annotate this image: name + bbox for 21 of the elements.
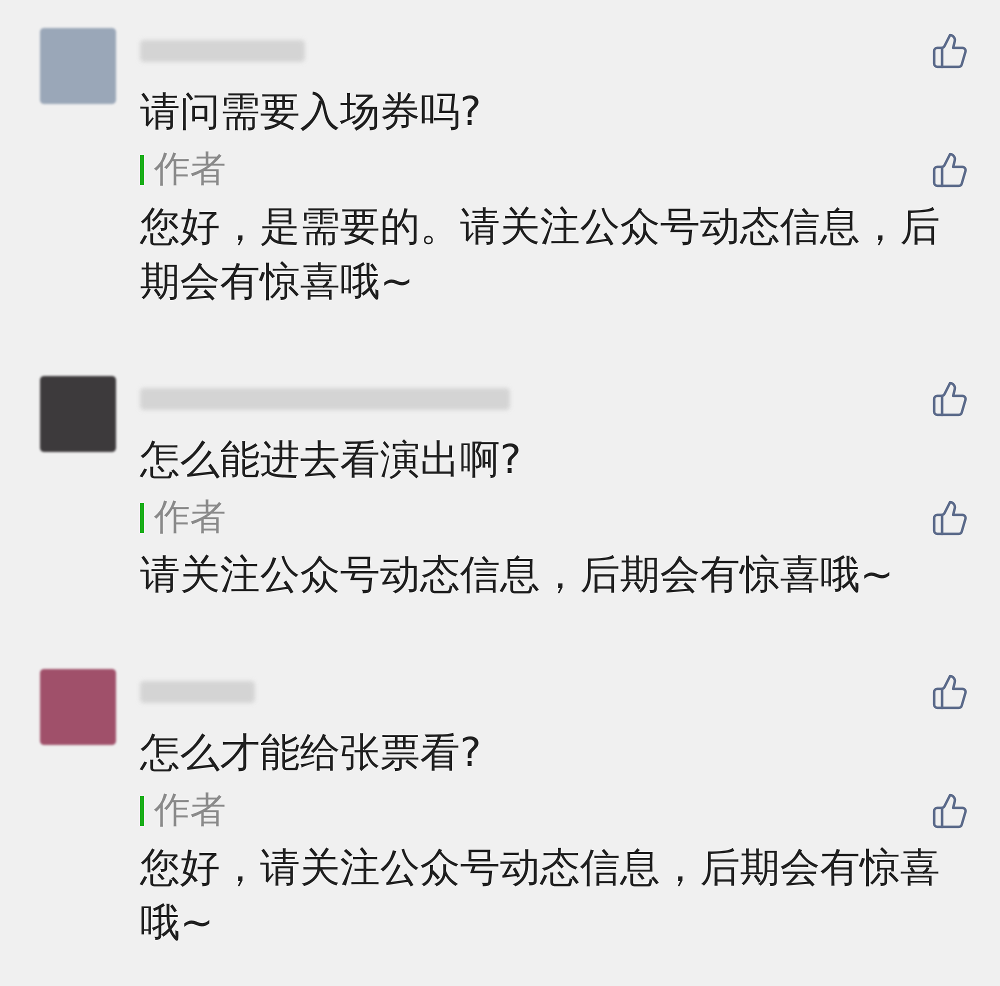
thumbs-up-icon xyxy=(931,499,969,537)
author-label: 作者 xyxy=(154,496,226,540)
reply-text: 请关注公众号动态信息，后期会有惊喜哦~ xyxy=(140,551,895,600)
thumbs-up-icon xyxy=(931,380,969,418)
thumbs-up-icon xyxy=(931,151,969,189)
like-button[interactable] xyxy=(930,791,970,831)
comment-text: 怎么才能给张票看? xyxy=(140,729,482,778)
like-button[interactable] xyxy=(930,150,970,190)
thumbs-up-icon xyxy=(931,792,969,830)
reply-text: 您好，是需要的。请关注公众号动态信息，后期会有惊喜哦~ xyxy=(140,203,941,307)
thumbs-up-icon xyxy=(931,32,969,70)
author-label: 作者 xyxy=(154,789,226,833)
thumbs-up-icon xyxy=(931,672,969,710)
reply-text: 您好，请关注公众号动态信息，后期会有惊喜哦~ xyxy=(140,844,941,948)
author-label: 作者 xyxy=(154,148,226,192)
comment-text: 请问需要入场券吗? xyxy=(140,88,482,137)
author-marker-bar xyxy=(140,155,144,185)
like-button[interactable] xyxy=(930,498,970,538)
comment-text: 怎么能进去看演出啊? xyxy=(140,436,522,485)
author-marker-bar xyxy=(140,503,144,533)
author-marker-bar xyxy=(140,796,144,826)
